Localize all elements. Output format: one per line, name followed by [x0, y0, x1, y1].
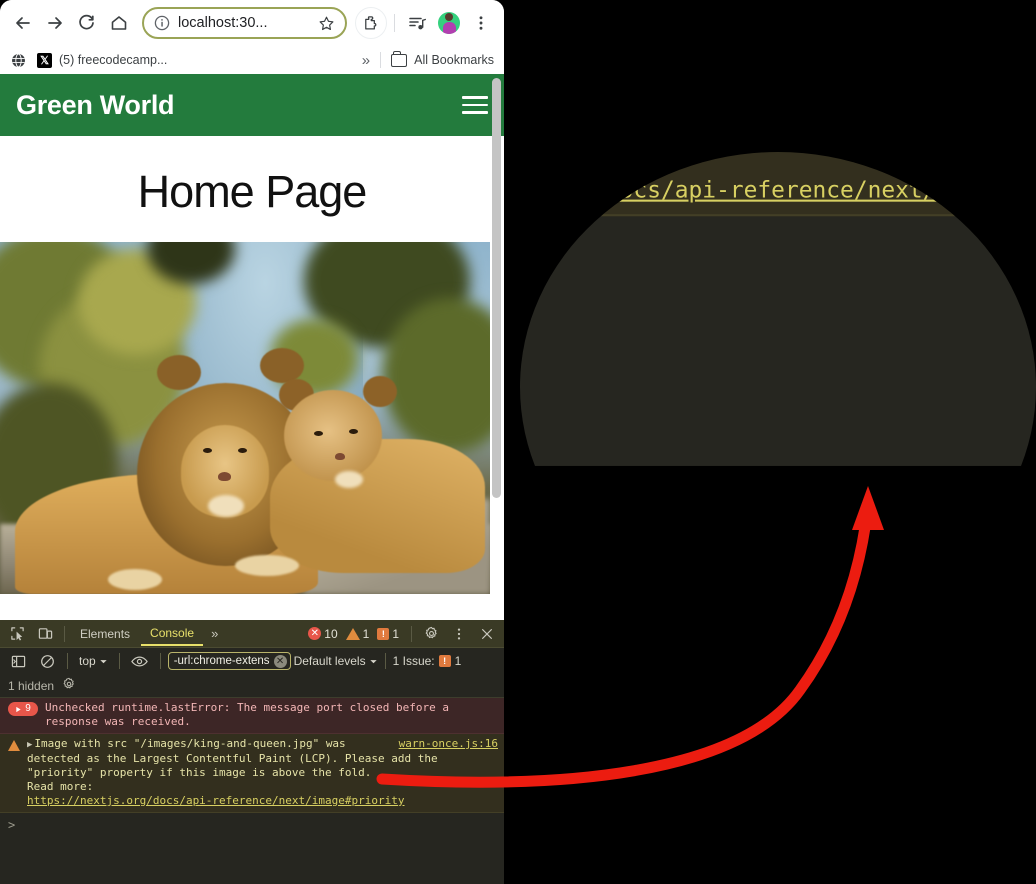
settings-gear-icon[interactable] — [418, 622, 444, 646]
tab-console[interactable]: Console — [141, 621, 204, 646]
warning-count-badge[interactable]: 1 — [345, 626, 370, 641]
globe-icon[interactable] — [10, 52, 27, 69]
warning-count: 1 — [362, 626, 370, 641]
error-count-badge[interactable]: ✕ 10 — [308, 626, 338, 641]
page-viewport: Green World Home Page — [0, 74, 504, 610]
hamburger-menu-icon[interactable] — [462, 96, 488, 114]
site-header: Green World — [0, 74, 504, 136]
hidden-count-label: 1 hidden — [8, 678, 55, 693]
address-bar[interactable]: localhost:30... — [142, 7, 347, 39]
bookmark-freecodecamp[interactable]: 𝕏 (5) freecodecamp... — [37, 52, 168, 68]
context-label: top — [79, 654, 96, 668]
url-text: localhost:30... — [178, 15, 268, 31]
toolbar-divider — [394, 14, 395, 32]
clear-filter-icon[interactable]: ✕ — [273, 654, 287, 668]
issue-count: 1 — [392, 626, 399, 641]
prompt-chevron-icon: > — [8, 817, 16, 832]
devtools-panel: Elements Console » ✕ 10 1 ! 1 top -url:c… — [0, 620, 504, 884]
hidden-messages-row: 1 hidden — [0, 674, 504, 698]
issue-icon: ! — [438, 655, 451, 667]
nextjs-docs-link-mag[interactable]: https://nextjs.org/docs/api-reference/ne… — [520, 177, 1036, 204]
page-title: Home Page — [137, 166, 368, 217]
nextjs-docs-link[interactable]: https://nextjs.org/docs/api-reference/ne… — [27, 794, 405, 807]
site-title: Green World — [16, 89, 175, 120]
levels-label: Default levels — [293, 654, 366, 668]
devtools-kebab-icon[interactable] — [446, 622, 472, 646]
issue-icon: ! — [377, 627, 390, 640]
error-repeat-badge: 9 — [8, 702, 38, 716]
console-message-warning[interactable]: warn-once.js:16 ▶ Image with src "/images… — [0, 734, 504, 813]
browser-toolbar: localhost:30... — [0, 0, 504, 46]
console-sidebar-toggle-icon[interactable] — [5, 649, 31, 673]
forward-icon[interactable] — [40, 8, 70, 38]
warning-triangle-icon — [8, 740, 20, 752]
issues-shortcut[interactable]: 1 Issue: ! 1 — [393, 654, 462, 668]
reload-icon[interactable] — [72, 8, 102, 38]
console-filter-input[interactable]: -url:chrome-extens ✕ — [167, 652, 291, 670]
bookmarks-divider — [380, 52, 382, 68]
back-icon[interactable] — [8, 8, 38, 38]
lion-photo — [0, 242, 490, 594]
bookmarks-overflow-icon[interactable]: » — [362, 52, 370, 69]
extensions-icon[interactable] — [355, 7, 387, 39]
close-devtools-icon[interactable] — [474, 622, 500, 646]
profile-avatar[interactable] — [434, 8, 464, 38]
home-icon[interactable] — [104, 8, 134, 38]
console-settings-gear-icon[interactable] — [62, 677, 76, 694]
play-triangle-icon — [16, 706, 21, 712]
chevron-down-icon — [100, 659, 107, 663]
console-filter-bar: top -url:chrome-extens ✕ Default levels — [0, 648, 504, 674]
page-scrollbar[interactable] — [492, 78, 501, 498]
warning-text-3: Read more: — [27, 779, 94, 793]
screenshot-root: localhost:30... 𝕏 (5) freecodecamp... » … — [0, 0, 1036, 884]
warning-triangle-icon — [345, 627, 360, 640]
magnifier-overlay: Elements Console » ✕ 10 1 ! — [520, 152, 1036, 622]
error-text: Unchecked runtime.lastError: The message… — [45, 701, 449, 729]
console-message-error[interactable]: 9 Unchecked runtime.lastError: The messa… — [0, 698, 504, 735]
source-link[interactable]: warn-once.js:16 — [399, 737, 498, 751]
issue-count-badge[interactable]: ! 1 — [377, 627, 399, 641]
info-icon — [154, 15, 170, 31]
console-prompt[interactable]: > — [0, 813, 504, 837]
error-count: 10 — [324, 626, 338, 641]
inspect-element-icon[interactable] — [4, 622, 30, 646]
filter-value: -url:chrome-extens — [173, 655, 270, 667]
console-message-warning-mag[interactable]: warn-once.js:16 ▶Image with src "/images… — [520, 152, 1036, 217]
chrome-menu-icon[interactable] — [466, 8, 496, 38]
browser-window: localhost:30... 𝕏 (5) freecodecamp... » … — [0, 0, 504, 884]
x-logo-icon: 𝕏 — [37, 52, 52, 68]
bookmark-label: (5) freecodecamp... — [59, 53, 168, 67]
error-circle-icon: ✕ — [308, 627, 322, 640]
bookmarks-bar: 𝕏 (5) freecodecamp... » All Bookmarks — [0, 46, 504, 74]
expand-triangle-icon[interactable]: ▶ — [27, 740, 32, 750]
folder-icon — [391, 50, 408, 67]
execution-context-selector[interactable]: top — [75, 654, 112, 668]
chevron-down-icon — [369, 659, 377, 663]
all-bookmarks-label: All Bookmarks — [414, 53, 494, 67]
tab-elements[interactable]: Elements — [71, 622, 139, 645]
log-levels-selector[interactable]: Default levels — [294, 654, 378, 668]
magnifier-circle: Elements Console » ✕ 10 1 ! — [520, 152, 1036, 622]
media-controls-icon[interactable] — [402, 8, 432, 38]
all-bookmarks-button[interactable]: All Bookmarks — [391, 50, 494, 67]
live-expression-eye-icon[interactable] — [127, 649, 153, 673]
device-toolbar-icon[interactable] — [32, 622, 58, 646]
magnified-content: Elements Console » ✕ 10 1 ! — [520, 152, 1036, 466]
warning-text-2: detected as the Largest Contentful Paint… — [27, 751, 438, 779]
error-repeat-count: 9 — [25, 702, 31, 714]
warning-text-1: Image with src "/images/king-and-queen.j… — [34, 737, 346, 751]
clear-console-icon[interactable] — [34, 649, 60, 673]
issues-count: 1 — [454, 654, 462, 668]
issues-label: 1 Issue: — [392, 654, 435, 668]
more-tabs-icon[interactable]: » — [205, 626, 224, 641]
bookmark-star-icon[interactable] — [318, 15, 335, 32]
devtools-tabbar: Elements Console » ✕ 10 1 ! 1 — [0, 620, 504, 648]
